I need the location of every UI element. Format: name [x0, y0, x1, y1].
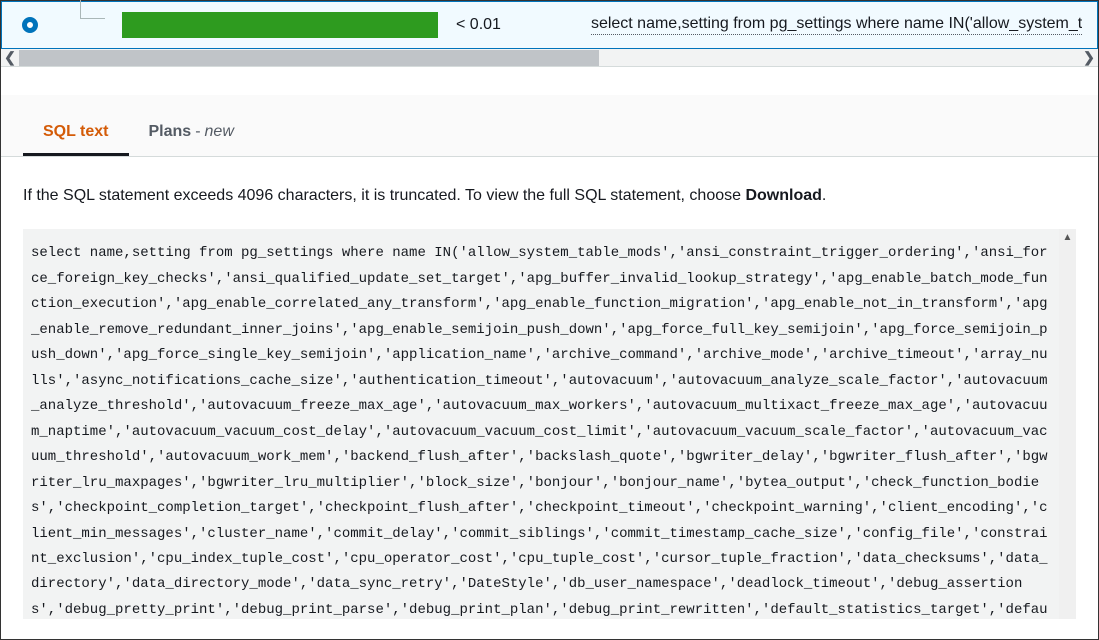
- scroll-thumb[interactable]: [19, 50, 599, 66]
- vertical-scrollbar[interactable]: ▲: [1059, 229, 1076, 619]
- horizontal-scrollbar[interactable]: ❮ ❯: [1, 49, 1098, 67]
- tab-plans[interactable]: Plans - new: [129, 111, 254, 156]
- tab-label: Plans: [149, 123, 192, 141]
- notice-prefix: If the SQL statement exceeds 4096 charac…: [23, 187, 745, 204]
- sql-code-wrap: select name,setting from pg_settings whe…: [23, 229, 1076, 619]
- download-action[interactable]: Download: [745, 187, 821, 204]
- sql-preview-link[interactable]: select name,setting from pg_settings whe…: [591, 15, 1082, 35]
- sql-code-block[interactable]: select name,setting from pg_settings whe…: [23, 229, 1076, 619]
- load-bar: [122, 12, 438, 38]
- cost-value: < 0.01: [456, 16, 501, 34]
- tabs-bar: SQL text Plans - new: [1, 95, 1098, 157]
- scroll-right-icon[interactable]: ❯: [1080, 49, 1098, 67]
- query-row[interactable]: < 0.01 select name,setting from pg_setti…: [1, 1, 1098, 49]
- tab-sql-text[interactable]: SQL text: [23, 111, 129, 156]
- tab-separator: -: [195, 123, 200, 141]
- scroll-up-icon[interactable]: ▲: [1059, 229, 1076, 246]
- tree-connector-icon: [50, 5, 110, 45]
- tab-label: SQL text: [43, 123, 109, 141]
- scroll-track[interactable]: [19, 50, 1080, 66]
- notice-suffix: .: [822, 187, 826, 204]
- tab-badge-new: new: [205, 123, 234, 141]
- radio-selected-icon[interactable]: [22, 17, 38, 33]
- scroll-left-icon[interactable]: ❮: [1, 49, 19, 67]
- content-area: If the SQL statement exceeds 4096 charac…: [1, 157, 1098, 619]
- truncation-notice: If the SQL statement exceeds 4096 charac…: [23, 185, 1076, 207]
